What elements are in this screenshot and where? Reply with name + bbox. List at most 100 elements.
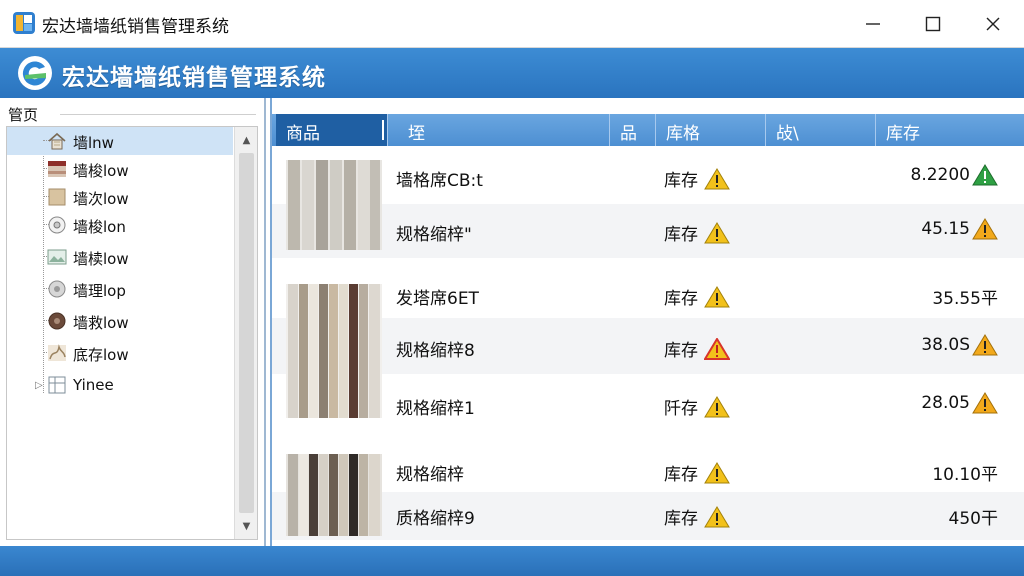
column-header-product[interactable]: 商品 — [276, 114, 388, 146]
tree-item-5[interactable]: 墙理lop — [7, 275, 233, 303]
stock-quantity: 8.2200 — [892, 164, 998, 186]
stock-quantity-value: 8.2200 — [910, 165, 970, 185]
tree-item-0[interactable]: 墙lnw — [7, 127, 233, 155]
warning-icon — [704, 505, 730, 527]
gray-curtain-thumbnail — [286, 160, 382, 250]
product-name: 规格缩梓1 — [396, 399, 475, 419]
stock-quantity: 45.15 — [892, 218, 998, 240]
warning-icon — [972, 218, 998, 240]
column-header-label: 商品 — [286, 124, 320, 144]
stock-quantity-value: 45.15 — [921, 219, 970, 239]
minimize-button[interactable] — [843, 0, 903, 48]
minimize-icon — [866, 23, 880, 25]
stock-quantity-value: 10.10平 — [932, 465, 998, 485]
tree-item-4[interactable]: 墙椟low — [7, 243, 233, 271]
grid-icon — [48, 376, 66, 394]
warning-icon — [972, 334, 998, 356]
column-header-spec[interactable]: 垤 — [398, 114, 610, 146]
panel-title: 管页 — [8, 106, 39, 124]
stock-status: 库存 — [664, 504, 730, 529]
column-header-label: 敁\ — [776, 124, 799, 144]
maximize-icon — [925, 16, 941, 32]
stock-status: 阡存 — [664, 394, 730, 419]
stock-status-label: 库存 — [664, 289, 698, 309]
stock-status-label: 库存 — [664, 225, 698, 245]
tree-item-3[interactable]: 墙梭lon — [7, 211, 233, 239]
column-header-label: 库格 — [666, 124, 700, 144]
tree-item-6[interactable]: 墙救low — [7, 307, 233, 335]
tree-item-label: 墙梭low — [73, 162, 129, 180]
brown-disc-icon — [48, 312, 66, 330]
wallpaper-swatch-icon — [48, 161, 66, 177]
landscape-icon — [47, 249, 67, 265]
tree-item-8[interactable]: ▷ Yinee — [7, 371, 233, 399]
table-row[interactable]: 发塔席6ET 库存 35.55平 — [272, 266, 1024, 318]
maximize-button[interactable] — [903, 0, 963, 48]
table-row[interactable]: 质格缩梓9 库存 450干 — [272, 492, 1024, 540]
stock-status: 库存 — [664, 220, 730, 245]
stock-quantity: 38.0S — [892, 334, 998, 356]
table-row[interactable]: 规格缩梓8 库存 38.0S — [272, 318, 1024, 374]
floral-icon — [48, 344, 66, 361]
column-header-item[interactable]: 品 — [610, 114, 656, 146]
warning-icon — [704, 167, 730, 189]
stock-status: 库存 — [664, 166, 730, 191]
title-bar[interactable]: 宏达墙墙纸销售管理系统 — [0, 0, 1024, 48]
table-row[interactable]: 规格缩梓" 库存 45.15 — [272, 204, 1024, 258]
stock-quantity-value: 38.0S — [921, 335, 970, 355]
stock-status-label: 库存 — [664, 465, 698, 485]
app-icon — [13, 12, 35, 34]
navigation-panel: 管页 墙lnw 墙梭low 墙次low 墙梭lon 墙椟low 墙理lop 墙救… — [0, 98, 266, 546]
grid-body: 墙格席CB:t 库存 8.2200 规格缩梓" 库存 45.15 发塔席6ET … — [272, 146, 1024, 544]
stock-quantity: 450干 — [892, 504, 998, 529]
tree-item-1[interactable]: 墙梭low — [7, 155, 233, 183]
tree-scrollbar[interactable]: ▲ ▼ — [234, 127, 257, 539]
product-name: 发塔席6ET — [396, 289, 479, 309]
window-title: 宏达墙墙纸销售管理系统 — [42, 17, 229, 37]
tree-item-label: 底存low — [73, 346, 129, 364]
app-header: 宏达墙墙纸销售管理系统 — [0, 48, 1024, 98]
column-header-stock-spec[interactable]: 库格 — [656, 114, 766, 146]
product-name: 规格缩梓" — [396, 225, 472, 245]
disc-icon — [48, 216, 66, 234]
tree-item-2[interactable]: 墙次low — [7, 183, 233, 211]
stock-status-label: 库存 — [664, 341, 698, 361]
warning-icon — [972, 392, 998, 414]
red-warning-icon — [704, 337, 730, 360]
stock-status: 库存 — [664, 460, 730, 485]
expand-arrow-icon[interactable]: ▷ — [35, 380, 43, 391]
gray-disc-icon — [48, 280, 66, 298]
panel-title-divider — [60, 114, 256, 115]
column-header-label: 库存 — [886, 124, 920, 144]
column-header-stock[interactable]: 库存 — [876, 114, 1024, 146]
scroll-thumb[interactable] — [239, 153, 254, 513]
tree-item-7[interactable]: 底存low — [7, 339, 233, 367]
close-button[interactable] — [963, 0, 1023, 48]
inventory-grid: 商品 垤 品 库格 敁\ 库存 墙格席CB:t 库存 8.2200 规格缩梓" … — [270, 98, 1024, 546]
tree-item-label: Yinee — [73, 376, 114, 394]
multicolor-curtain-thumbnail — [286, 284, 382, 418]
table-row[interactable]: 规格缩梓1 阡存 28.05 — [272, 374, 1024, 438]
warning-icon — [704, 461, 730, 483]
table-row[interactable]: 规格缩梓 库存 10.10平 — [272, 448, 1024, 492]
stock-status-label: 库存 — [664, 509, 698, 529]
status-bar — [0, 546, 1024, 576]
product-name: 墙格席CB:t — [396, 171, 483, 191]
grid-header: 商品 垤 品 库格 敁\ 库存 — [272, 114, 1024, 146]
stock-quantity: 35.55平 — [892, 284, 998, 309]
product-name: 质格缩梓9 — [396, 509, 475, 529]
product-name: 规格缩梓 — [396, 465, 464, 485]
column-header-count[interactable]: 敁\ — [766, 114, 876, 146]
tree-item-label: 墙次low — [73, 190, 129, 208]
product-group: 发塔席6ET 库存 35.55平 规格缩梓8 库存 38.0S 规格缩梓1 阡存… — [272, 266, 1024, 438]
stock-quantity-value: 450干 — [948, 509, 998, 529]
warning-icon — [704, 395, 730, 417]
scroll-up-arrow-icon[interactable]: ▲ — [235, 129, 258, 151]
category-tree[interactable]: 墙lnw 墙梭low 墙次low 墙梭lon 墙椟low 墙理lop 墙救low… — [6, 126, 258, 540]
header-title: 宏达墙墙纸销售管理系统 — [62, 65, 326, 91]
table-row[interactable]: 墙格席CB:t 库存 8.2200 — [272, 146, 1024, 204]
stock-quantity-value: 28.05 — [921, 393, 970, 413]
product-group: 墙格席CB:t 库存 8.2200 规格缩梓" 库存 45.15 — [272, 146, 1024, 258]
stock-status: 库存 — [664, 336, 730, 361]
scroll-down-arrow-icon[interactable]: ▼ — [235, 515, 258, 537]
